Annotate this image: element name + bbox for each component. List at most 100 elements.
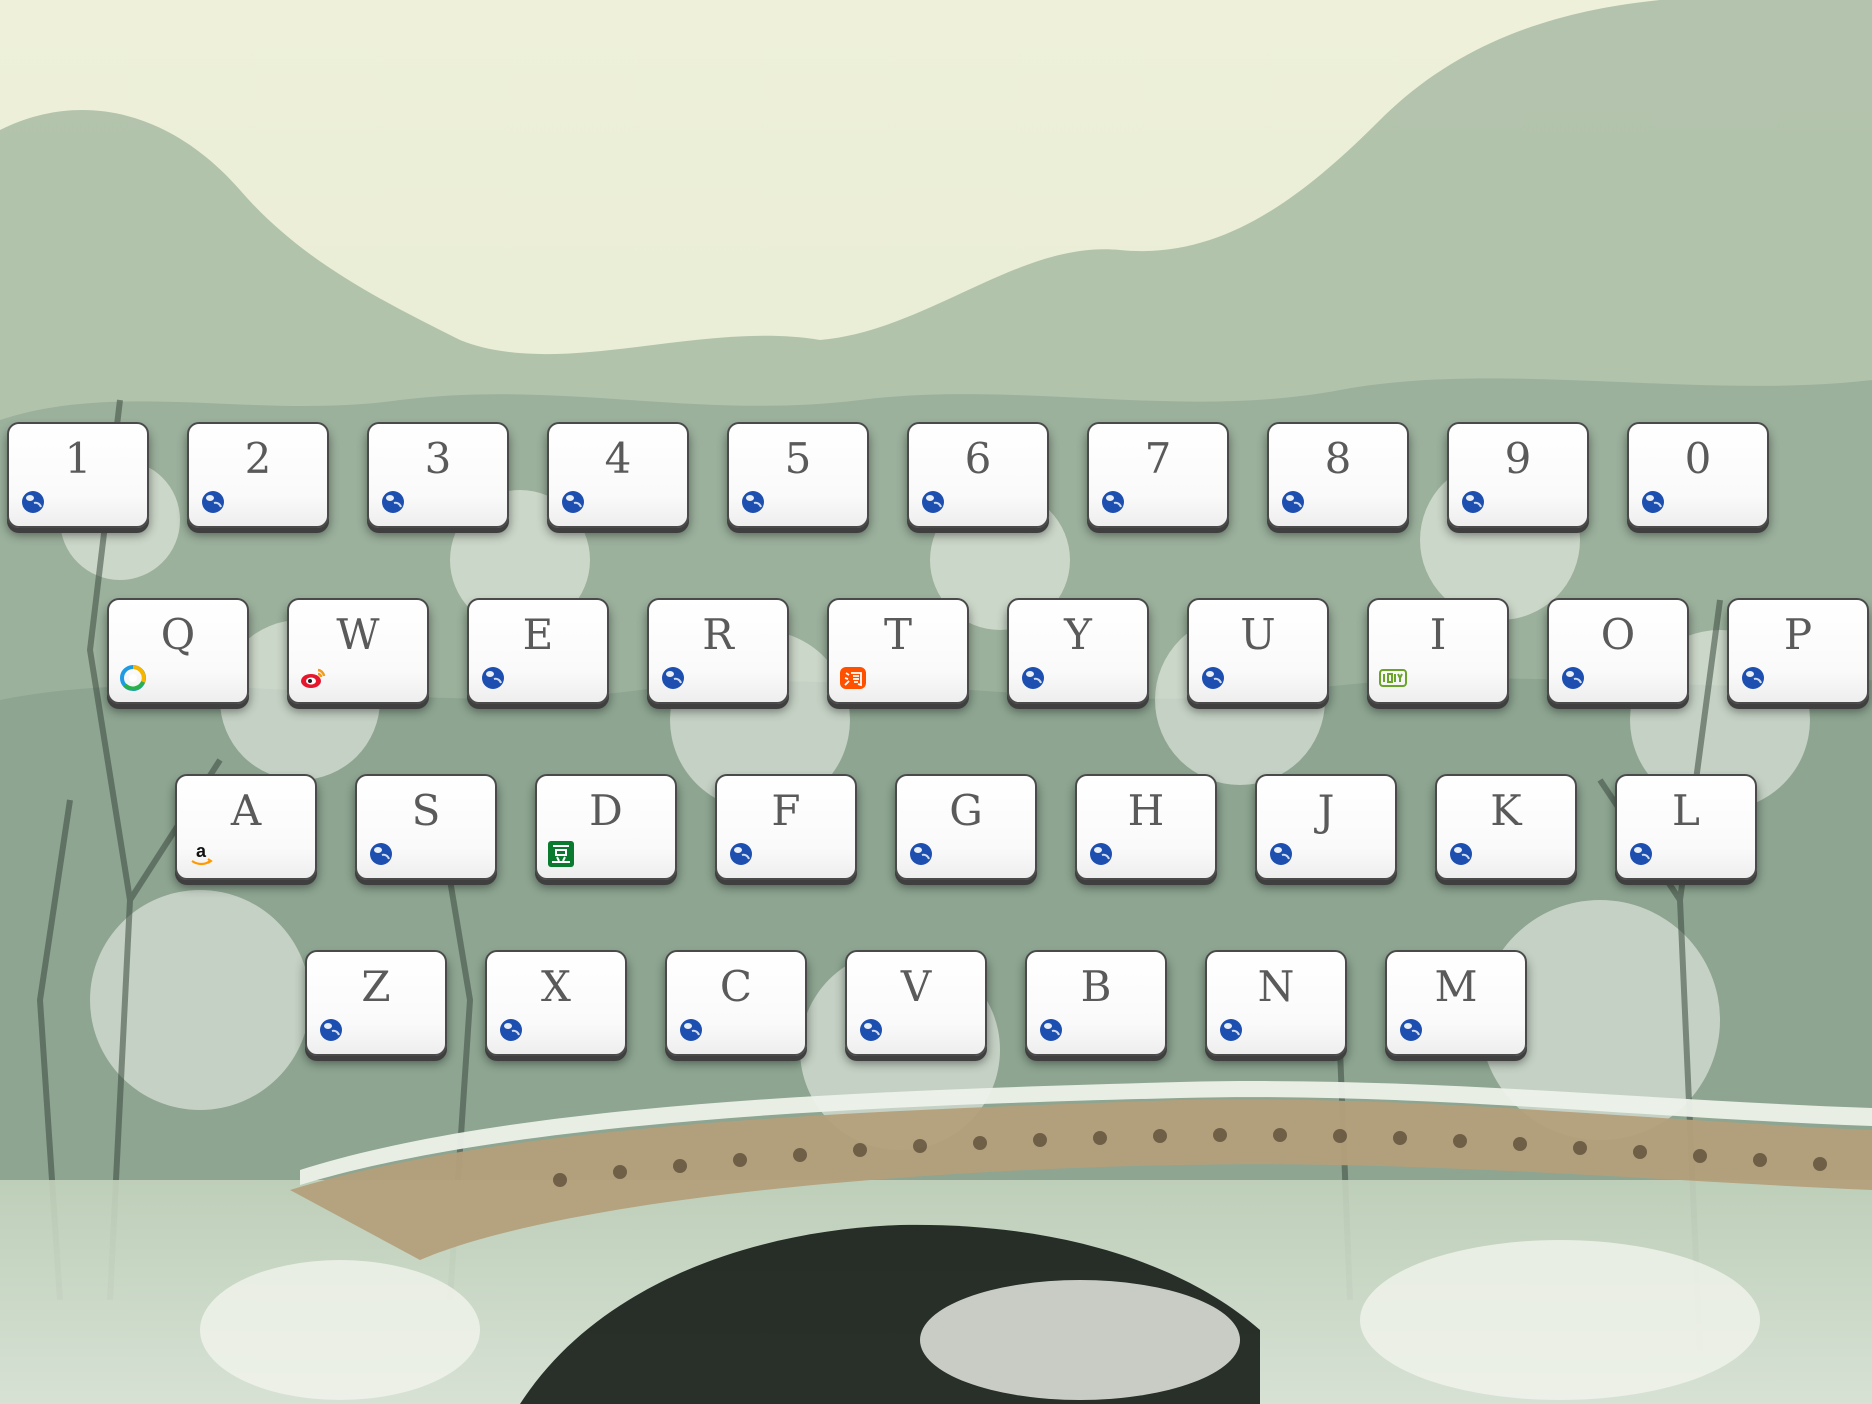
taobao-icon <box>839 664 867 692</box>
key-w[interactable]: W <box>287 598 429 704</box>
globe-icon <box>367 840 395 868</box>
key-label: Q <box>160 610 196 659</box>
keyboard-row-2: QWERTYUIOP <box>0 598 1872 710</box>
key-label: F <box>771 786 801 835</box>
key-9[interactable]: 9 <box>1447 422 1589 528</box>
globe-icon <box>379 488 407 516</box>
keyboard: 1 2 3 4 5 6 7 8 9 0 Q W E R T Y U I O P Aa S D F G H J K L Z X C V B N M <box>0 0 1872 1404</box>
globe-icon <box>1217 1016 1245 1044</box>
key-x[interactable]: X <box>485 950 627 1056</box>
key-l[interactable]: L <box>1615 774 1757 880</box>
globe-icon <box>1037 1016 1065 1044</box>
globe-icon <box>907 840 935 868</box>
key-label: 6 <box>964 434 992 483</box>
globe-icon <box>677 1016 705 1044</box>
globe-icon <box>739 488 767 516</box>
key-label: R <box>702 610 734 659</box>
key-0[interactable]: 0 <box>1627 422 1769 528</box>
globe-icon <box>199 488 227 516</box>
key-b[interactable]: B <box>1025 950 1167 1056</box>
globe-icon <box>1559 664 1587 692</box>
keyboard-row-3: Aa S D F G H J K L <box>0 774 1872 886</box>
key-label: D <box>589 786 623 835</box>
key-y[interactable]: Y <box>1007 598 1149 704</box>
key-r[interactable]: R <box>647 598 789 704</box>
keyboard-row-1: 1 2 3 4 5 6 7 8 9 0 <box>0 422 1872 534</box>
key-label: 1 <box>64 434 92 483</box>
key-q[interactable]: Q <box>107 598 249 704</box>
key-label: I <box>1429 610 1447 659</box>
globe-icon <box>317 1016 345 1044</box>
key-label: K <box>1490 786 1522 835</box>
key-label: 8 <box>1324 434 1352 483</box>
globe-icon <box>19 488 47 516</box>
key-o[interactable]: O <box>1547 598 1689 704</box>
key-5[interactable]: 5 <box>727 422 869 528</box>
key-e[interactable]: E <box>467 598 609 704</box>
key-s[interactable]: S <box>355 774 497 880</box>
globe-icon <box>1639 488 1667 516</box>
key-i[interactable]: I <box>1367 598 1509 704</box>
key-label: O <box>1600 610 1636 659</box>
key-label: Y <box>1064 610 1092 659</box>
key-3[interactable]: 3 <box>367 422 509 528</box>
key-1[interactable]: 1 <box>7 422 149 528</box>
key-label: M <box>1434 962 1478 1011</box>
key-m[interactable]: M <box>1385 950 1527 1056</box>
key-label: B <box>1080 962 1112 1011</box>
key-label: Z <box>361 962 391 1011</box>
key-h[interactable]: H <box>1075 774 1217 880</box>
globe-icon <box>659 664 687 692</box>
globe-icon <box>919 488 947 516</box>
key-label: 4 <box>604 434 632 483</box>
globe-icon <box>1267 840 1295 868</box>
globe-icon <box>1087 840 1115 868</box>
key-k[interactable]: K <box>1435 774 1577 880</box>
key-n[interactable]: N <box>1205 950 1347 1056</box>
key-label: 3 <box>424 434 452 483</box>
key-label: E <box>522 610 554 659</box>
key-v[interactable]: V <box>845 950 987 1056</box>
key-label: P <box>1783 610 1813 659</box>
key-g[interactable]: G <box>895 774 1037 880</box>
key-6[interactable]: 6 <box>907 422 1049 528</box>
globe-icon <box>1099 488 1127 516</box>
key-label: N <box>1257 962 1295 1011</box>
key-t[interactable]: T <box>827 598 969 704</box>
key-c[interactable]: C <box>665 950 807 1056</box>
globe-icon <box>1739 664 1767 692</box>
svg-text:a: a <box>196 841 207 861</box>
globe-icon <box>1279 488 1307 516</box>
key-label: 9 <box>1504 434 1532 483</box>
key-label: S <box>411 786 441 835</box>
globe-icon <box>1019 664 1047 692</box>
weibo-icon <box>299 664 327 692</box>
globe-icon <box>1459 488 1487 516</box>
key-z[interactable]: Z <box>305 950 447 1056</box>
key-f[interactable]: F <box>715 774 857 880</box>
key-j[interactable]: J <box>1255 774 1397 880</box>
key-u[interactable]: U <box>1187 598 1329 704</box>
key-label: X <box>541 962 571 1011</box>
tencent-news-icon <box>119 664 147 692</box>
keyboard-row-4: ZXCVBNM <box>0 950 1872 1062</box>
key-8[interactable]: 8 <box>1267 422 1409 528</box>
key-4[interactable]: 4 <box>547 422 689 528</box>
key-label: 5 <box>784 434 812 483</box>
key-label: A <box>230 786 262 835</box>
key-label: V <box>900 962 932 1011</box>
key-p[interactable]: P <box>1727 598 1869 704</box>
key-d[interactable]: D <box>535 774 677 880</box>
globe-icon <box>559 488 587 516</box>
amazon-icon: a <box>187 840 215 868</box>
key-2[interactable]: 2 <box>187 422 329 528</box>
globe-icon <box>497 1016 525 1044</box>
iqiyi-icon <box>1379 664 1407 692</box>
key-label: L <box>1672 786 1700 835</box>
key-label: H <box>1127 786 1165 835</box>
key-label: G <box>949 786 983 835</box>
key-label: C <box>719 962 753 1011</box>
key-label: U <box>1240 610 1276 659</box>
key-a[interactable]: Aa <box>175 774 317 880</box>
key-7[interactable]: 7 <box>1087 422 1229 528</box>
